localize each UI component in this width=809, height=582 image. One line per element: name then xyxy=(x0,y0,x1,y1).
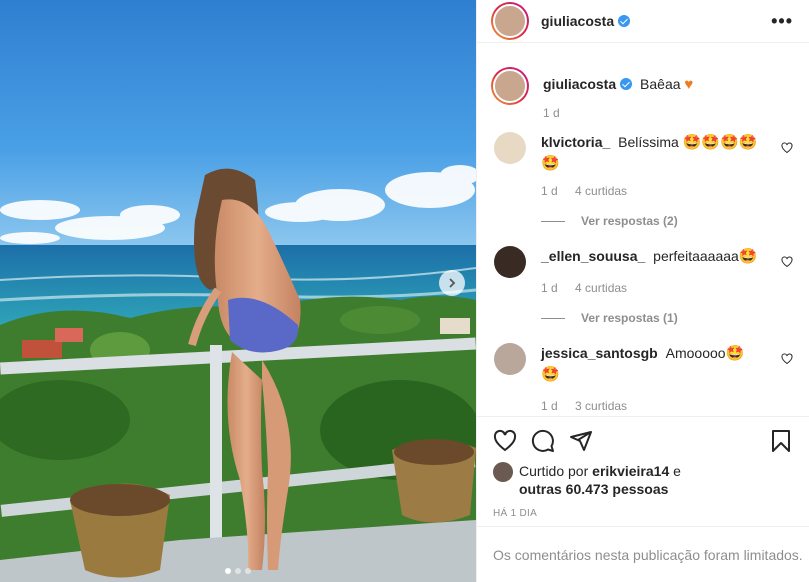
heart-icon[interactable] xyxy=(493,429,517,453)
liker-username[interactable]: erikvieira14 xyxy=(592,463,669,479)
carousel-dot xyxy=(225,568,231,574)
comment-likes[interactable]: 4 curtidas xyxy=(575,281,627,295)
post-actions: Curtido por erikvieira14 e outras 60.473… xyxy=(477,416,809,526)
comment-age: 1 d xyxy=(541,399,558,413)
comment-age: 1 d xyxy=(541,184,558,198)
comment-emoji: 🤩 xyxy=(738,248,758,265)
comment-item: jessica_santosgb Amooooo🤩🤩 1 d 3 curtida… xyxy=(491,343,793,413)
liked-by-summary: Curtido por erikvieira14 e outras 60.473… xyxy=(493,462,793,498)
post-side-panel: giuliacosta ••• giuliacosta Baêaa ♥ 1 d xyxy=(476,0,809,582)
comment-likes[interactable]: 3 curtidas xyxy=(575,399,627,413)
share-icon[interactable] xyxy=(569,429,593,453)
beach-photo xyxy=(0,0,476,582)
post-caption: giuliacosta Baêaa ♥ 1 d xyxy=(491,55,793,120)
liker-avatar[interactable] xyxy=(493,462,513,482)
carousel-dot xyxy=(235,568,241,574)
comment-text: Amooooo xyxy=(665,345,726,361)
comment-text: perfeitaaaaaa xyxy=(653,248,739,264)
comment-username[interactable]: jessica_santosgb xyxy=(541,345,658,361)
liked-by-prefix: Curtido por xyxy=(519,463,589,479)
orange-heart-emoji: ♥ xyxy=(684,76,694,93)
comment-emoji: 🤩🤩🤩🤩 xyxy=(682,134,758,151)
author-avatar[interactable] xyxy=(491,2,529,40)
comment-item: _ellen_souusa_ perfeitaaaaaa🤩 1 d 4 curt… xyxy=(491,246,793,295)
bookmark-icon[interactable] xyxy=(769,429,793,453)
comment-emoji: 🤩 xyxy=(541,155,560,172)
more-options-button[interactable]: ••• xyxy=(771,12,793,30)
comment-item: klvictoria_ Belíssima 🤩🤩🤩🤩 🤩 1 d 4 curti… xyxy=(491,132,793,198)
view-replies-button[interactable]: Ver respostas (2) xyxy=(541,214,793,228)
carousel-dot xyxy=(245,568,251,574)
view-replies-button[interactable]: Ver respostas (1) xyxy=(541,311,793,325)
verified-badge-icon xyxy=(618,15,631,27)
caption-text: Baêaa xyxy=(640,76,681,92)
heart-icon[interactable] xyxy=(781,142,793,154)
chevron-right-icon xyxy=(449,278,456,288)
caption-age: 1 d xyxy=(543,106,560,120)
comment-username[interactable]: _ellen_souusa_ xyxy=(541,248,645,264)
post-timestamp[interactable]: Há 1 dia xyxy=(493,508,793,519)
instagram-post: giuliacosta ••• giuliacosta Baêaa ♥ 1 d xyxy=(0,0,809,582)
comment-likes[interactable]: 4 curtidas xyxy=(575,184,627,198)
next-photo-button[interactable] xyxy=(439,270,465,296)
heart-icon[interactable] xyxy=(781,256,793,268)
liked-by-conj: e xyxy=(673,463,681,479)
comment-age: 1 d xyxy=(541,281,558,295)
caption-avatar[interactable] xyxy=(491,67,529,105)
heart-icon[interactable] xyxy=(781,353,793,365)
post-header: giuliacosta ••• xyxy=(477,0,809,43)
carousel-indicator xyxy=(0,568,476,574)
comments-list[interactable]: giuliacosta Baêaa ♥ 1 d klvictoria_ Belí… xyxy=(477,43,809,416)
commenter-avatar[interactable] xyxy=(494,246,526,278)
commenter-avatar[interactable] xyxy=(494,132,526,164)
author-username[interactable]: giuliacosta xyxy=(541,13,614,29)
post-photo[interactable] xyxy=(0,0,476,582)
commenter-avatar[interactable] xyxy=(494,343,526,375)
verified-badge-icon xyxy=(620,78,633,90)
comments-limited-notice: Os comentários nesta publicação foram li… xyxy=(477,526,809,582)
others-likes-link[interactable]: outras 60.473 pessoas xyxy=(519,481,668,497)
comment-username[interactable]: klvictoria_ xyxy=(541,134,610,150)
comment-icon[interactable] xyxy=(531,429,555,453)
comment-text: Belíssima xyxy=(618,134,679,150)
caption-username[interactable]: giuliacosta xyxy=(543,76,616,92)
